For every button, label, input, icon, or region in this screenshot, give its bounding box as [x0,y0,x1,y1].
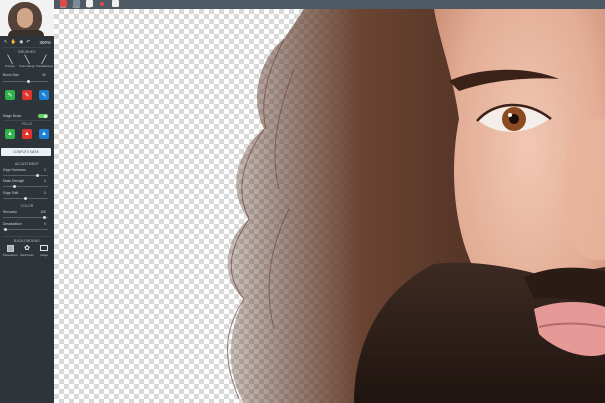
thumb-face [17,8,33,28]
top-toolbar: Delete Original Flip [54,0,605,9]
magic-brush-label: Magic Brush [3,114,22,118]
slider-knob[interactable] [36,174,39,177]
image-canvas[interactable] [54,9,605,403]
magic-brush-toggle[interactable] [38,114,48,118]
divider [3,236,51,237]
remove-icon: ✎ [24,92,30,99]
desaturation-value: 0 [44,222,46,226]
original-button[interactable]: Original [71,0,81,9]
tool-panel: ↖ ✋ ◉ ↶ 300% BRUSHES ╲ Primary ╲ Color R… [0,0,54,403]
fill-buttons: ▲ ▲ ▲ [5,129,49,139]
recovery-slider[interactable] [3,216,48,219]
color-heading: COLOR [20,204,34,208]
background-image[interactable]: Image [36,243,52,257]
brush-size-slider[interactable] [3,80,48,83]
image-icon [36,243,52,253]
fill-icon: ▲ [24,131,30,137]
slider-knob[interactable] [27,80,30,83]
delete-button[interactable]: Delete [58,0,68,9]
desaturation-slider[interactable] [3,228,48,231]
compute-mask-button[interactable]: COMPUTE MASK [1,148,51,156]
mask-strength-slider[interactable] [3,185,48,188]
palette-icon: ✿ [24,245,30,252]
brush-selector: ╲ Primary ╲ Color Range ╱ Transparency [2,54,53,72]
slider-knob[interactable] [43,216,46,219]
mask-strength-label: Mask Strength [3,179,25,183]
keep-brush-button[interactable]: ✎ [5,90,15,100]
background-label: Solid Color [20,253,34,257]
hair-icon: ✎ [41,92,47,99]
edge-shift-value: 0 [44,191,46,195]
desaturation-label: Desaturation [3,222,22,226]
zoom-select[interactable]: 300% [39,40,51,45]
background-transparent[interactable]: Transparent [2,243,18,257]
brush-label: Transparency [36,64,53,68]
divider [3,120,51,121]
view-toolbar: ↖ ✋ ◉ ↶ 300% [0,38,54,46]
delete-icon [59,0,67,7]
recovery-label: Recovery [3,210,17,214]
remove-brush-button[interactable]: ✎ [22,90,32,100]
hair-fill-button[interactable]: ▲ [39,129,49,139]
fill-icon: ▲ [41,131,47,137]
transparent-icon [2,243,18,253]
brush-color-range[interactable]: ╲ Color Range [19,54,35,72]
brush-color-range-icon: ╲ [24,54,30,64]
portrait-cutout [227,9,605,403]
brush-size-label: Brush Size [3,73,19,77]
fill-icon: ▲ [7,131,13,137]
brush-label: Color Range [19,64,35,68]
pointer-icon[interactable]: ↖ [4,39,8,45]
eye-icon[interactable]: ◉ [19,39,23,45]
edge-shift-slider[interactable] [3,197,48,200]
remove-fill-button[interactable]: ▲ [22,129,32,139]
hand-icon[interactable]: ✋ [11,39,17,45]
slider-knob[interactable] [13,185,16,188]
brush-transparency[interactable]: ╱ Transparency [36,54,53,72]
brush-primary-icon: ╲ [7,54,13,64]
recovery-value: 100 [40,210,46,214]
background-label: Transparent [2,253,18,257]
undo-icon[interactable]: ↶ [26,39,30,45]
brush-primary[interactable]: ╲ Primary [2,54,18,72]
eye-highlight [508,113,512,117]
blank-icon [111,0,119,7]
marker-icon [100,2,104,6]
hair-brush-button[interactable]: ✎ [39,90,49,100]
original-icon [72,0,80,7]
app-window: ↖ ✋ ◉ ↶ 300% BRUSHES ╲ Primary ╲ Color R… [0,0,605,403]
background-solid-color[interactable]: ✿ Solid Color [19,243,35,257]
background-options: Transparent ✿ Solid Color Image [2,243,52,257]
keep-fill-button[interactable]: ▲ [5,129,15,139]
brush-color-buttons: ✎ ✎ ✎ [5,90,49,100]
brush-size-value: 30 [42,73,46,77]
preview-thumbnail[interactable] [0,0,54,36]
brush-label: Primary [5,64,15,68]
edge-shift-label: Edge Shift [3,191,19,195]
flip-icon [85,0,93,7]
divider [3,47,51,48]
edge-hardness-label: Edge Hardness [3,168,26,172]
slider-knob[interactable] [24,197,27,200]
flip-button[interactable]: Flip [84,0,94,9]
keep-icon: ✎ [7,92,13,99]
mask-strength-value: 0 [44,179,46,183]
slider-knob[interactable] [4,228,7,231]
edge-hardness-value: 0 [44,168,46,172]
brush-transparency-icon: ╱ [41,54,47,64]
edge-hardness-slider[interactable] [3,174,48,177]
adjustment-heading: ADJUSTMENT [14,162,40,166]
blank-button[interactable] [110,0,120,9]
thumb-shirt [8,30,44,36]
background-label: Image [40,253,48,257]
marker-button[interactable] [97,0,107,9]
fills-heading: FILLS [22,122,32,126]
